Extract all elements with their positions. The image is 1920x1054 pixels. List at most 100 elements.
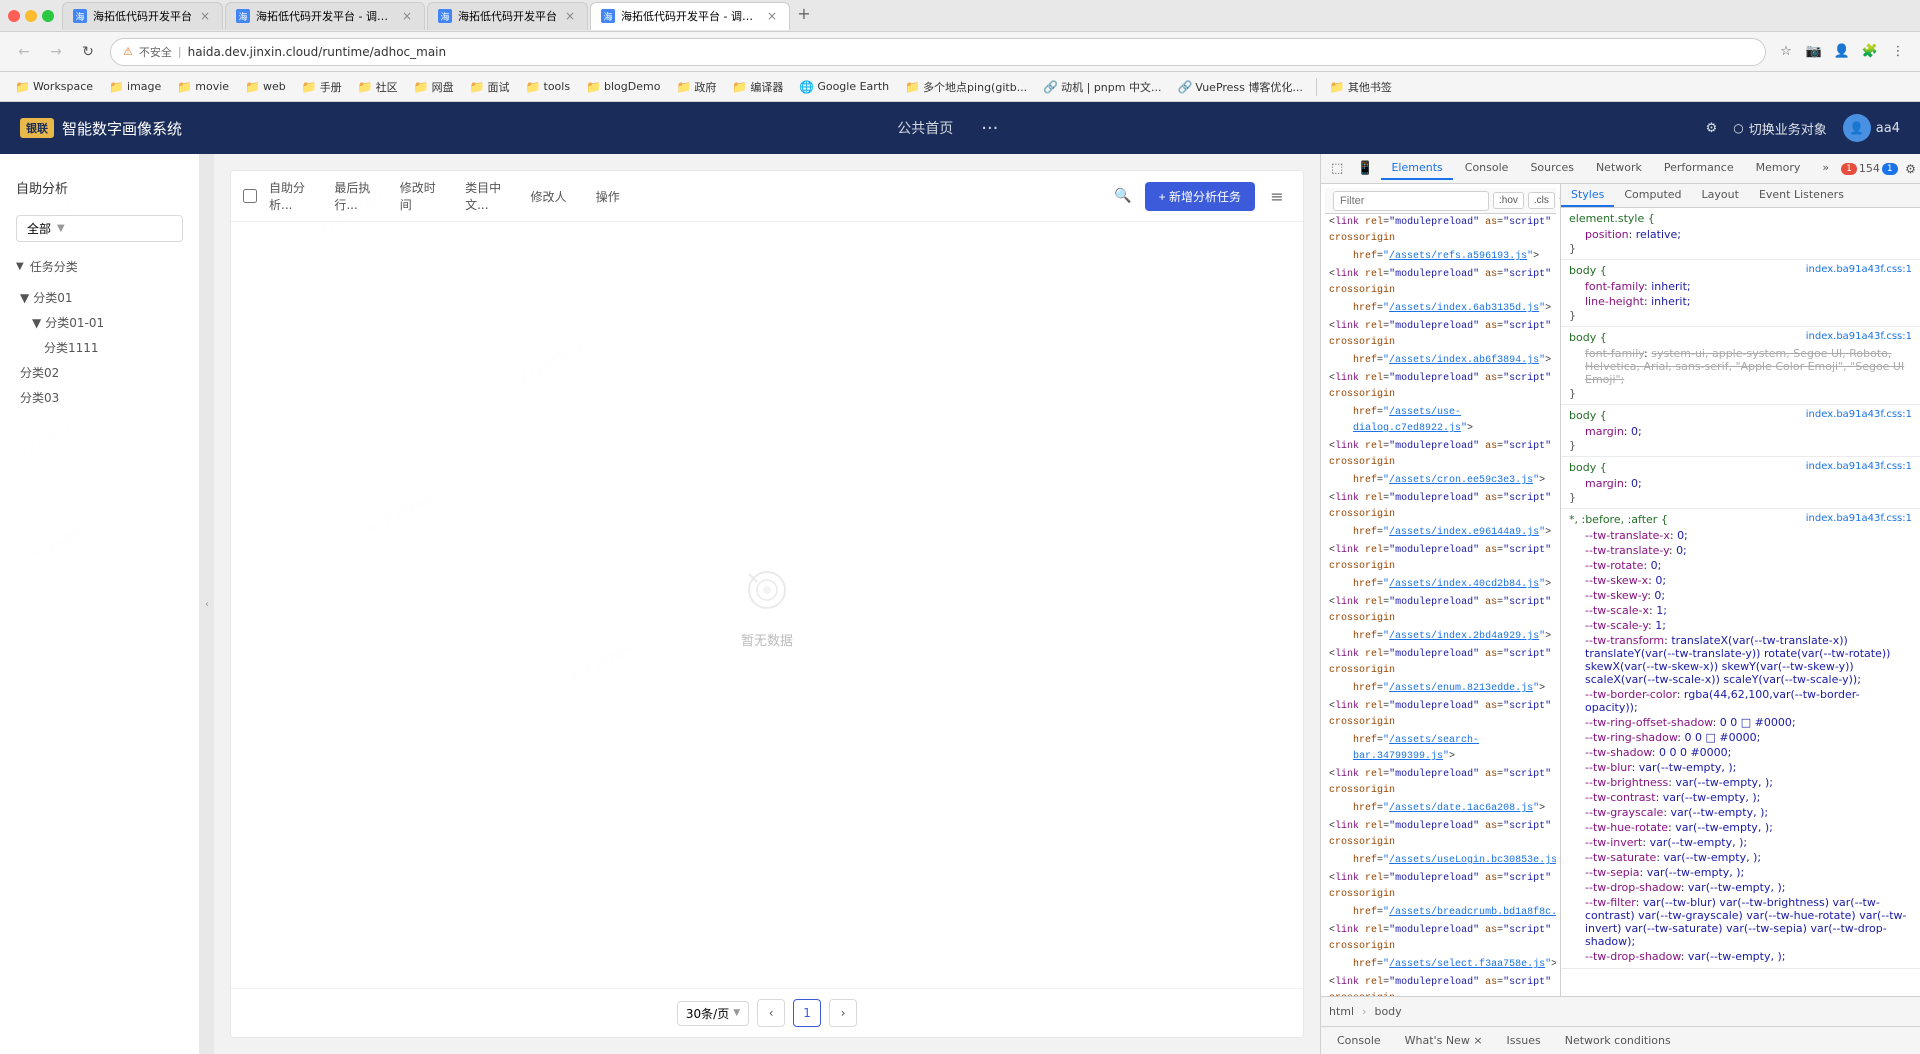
html-line[interactable]: <link rel="modulepreload" as="script" cr… xyxy=(1325,438,1556,472)
sidebar-collapse-handle[interactable]: ‹ xyxy=(200,154,214,1054)
screenshot-btn[interactable]: 📷 xyxy=(1802,40,1826,64)
devtools-inspect-icon[interactable]: ⬚ xyxy=(1325,157,1349,180)
devtools-tab-memory[interactable]: Memory xyxy=(1746,157,1811,180)
tree-item-cat03[interactable]: 分类03 xyxy=(8,385,199,410)
html-line[interactable]: href="/assets/enum.8213edde.js"> xyxy=(1325,680,1556,698)
tab-2[interactable]: 海 海拓低代码开发平台 - 调试时 × xyxy=(225,2,425,30)
bookmark-tools[interactable]: 📁 tools xyxy=(519,77,578,97)
close-window-btn[interactable] xyxy=(8,10,20,22)
html-line[interactable]: <link rel="modulepreload" as="script" cr… xyxy=(1325,818,1556,852)
html-line[interactable]: <link rel="modulepreload" as="script" cr… xyxy=(1325,318,1556,352)
tree-item-cat02[interactable]: 分类02 xyxy=(8,360,199,385)
minimize-window-btn[interactable] xyxy=(25,10,37,22)
html-line[interactable]: href="/assets/refs.a596193.js"> xyxy=(1325,248,1556,266)
bookmarks-star-btn[interactable]: ☆ xyxy=(1774,40,1798,64)
select-all-checkbox[interactable] xyxy=(243,189,257,203)
html-line[interactable]: href="/assets/select.f3aa758e.js"> xyxy=(1325,956,1556,974)
notif-tab-console[interactable]: Console xyxy=(1329,1031,1389,1050)
styles-tab-events[interactable]: Event Listeners xyxy=(1749,184,1854,207)
maximize-window-btn[interactable] xyxy=(42,10,54,22)
html-line[interactable]: href="/assets/index.ab6f3894.js"> xyxy=(1325,352,1556,370)
bookmark-interview[interactable]: 📁 面试 xyxy=(463,76,517,98)
style-source[interactable]: index.ba91a43f.css:1 xyxy=(1806,513,1912,528)
devtools-settings-btn[interactable]: ⚙ xyxy=(1900,158,1920,180)
devtools-tab-sources[interactable]: Sources xyxy=(1520,157,1584,180)
html-line[interactable]: <link rel="modulepreload" as="script" cr… xyxy=(1325,974,1556,996)
devtools-filter-input[interactable] xyxy=(1333,191,1489,211)
bookmark-movie[interactable]: 📁 movie xyxy=(170,77,236,97)
add-analysis-task-button[interactable]: + 新增分析任务 xyxy=(1145,182,1255,211)
category-filter-select[interactable]: 全部 ▼ xyxy=(16,215,183,242)
address-input[interactable]: ⚠ 不安全 | haida.dev.jinxin.cloud/runtime/a… xyxy=(110,38,1766,66)
devtools-tab-performance[interactable]: Performance xyxy=(1654,157,1744,180)
styles-tab-styles[interactable]: Styles xyxy=(1561,184,1614,207)
tree-item-cat01[interactable]: ▼ 分类01 xyxy=(8,285,199,310)
html-line[interactable]: href="/assets/index.6ab3135d.js"> xyxy=(1325,300,1556,318)
html-line[interactable]: <link rel="modulepreload" as="script" cr… xyxy=(1325,370,1556,404)
sidebar-section-task[interactable]: ▼ 任务分类 xyxy=(0,252,199,281)
bookmark-pnpm[interactable]: 🔗 动机 | pnpm 中文... xyxy=(1036,76,1168,98)
more-options-btn[interactable]: ⋮ xyxy=(1886,40,1910,64)
new-tab-button[interactable]: + xyxy=(792,2,816,26)
html-line[interactable]: href="/assets/cron.ee59c3e3.js"> xyxy=(1325,472,1556,490)
html-line[interactable]: href="/assets/index.2bd4a929.js"> xyxy=(1325,628,1556,646)
html-line[interactable]: href="/assets/use-dialog.c7ed8922.js"> xyxy=(1325,404,1556,438)
extensions-btn[interactable]: 🧩 xyxy=(1858,40,1882,64)
current-page-number[interactable]: 1 xyxy=(793,999,821,1027)
devtools-tab-elements[interactable]: Elements xyxy=(1381,157,1452,180)
tab-close-1[interactable]: × xyxy=(198,9,212,23)
cls-button[interactable]: .cls xyxy=(1528,192,1555,209)
tab-close-3[interactable]: × xyxy=(563,9,577,23)
html-line[interactable]: href="/assets/date.1ac6a208.js"> xyxy=(1325,800,1556,818)
tab-3[interactable]: 海 海拓低代码开发平台 × xyxy=(427,2,588,30)
html-line[interactable]: href="/assets/breadcrumb.bd1a8f8c.js"> xyxy=(1325,904,1556,922)
table-settings-btn[interactable]: ≡ xyxy=(1263,182,1291,210)
html-line[interactable]: <link rel="modulepreload" as="script" cr… xyxy=(1325,542,1556,576)
nav-more-btn[interactable]: ··· xyxy=(981,118,998,139)
html-line[interactable]: <link rel="modulepreload" as="script" cr… xyxy=(1325,490,1556,524)
html-line[interactable]: <link rel="modulepreload" as="script" cr… xyxy=(1325,766,1556,800)
tab-close-4[interactable]: × xyxy=(765,9,779,23)
html-line[interactable]: <link rel="modulepreload" as="script" cr… xyxy=(1325,594,1556,628)
html-line[interactable]: <link rel="modulepreload" as="script" cr… xyxy=(1325,922,1556,956)
nav-item-home[interactable]: 公共首页 xyxy=(889,114,961,142)
bookmark-netdisk[interactable]: 📁 网盘 xyxy=(407,76,461,98)
hov-button[interactable]: :hov xyxy=(1493,192,1524,209)
bookmark-other[interactable]: 📁 其他书签 xyxy=(1323,76,1399,98)
next-page-button[interactable]: › xyxy=(829,999,857,1027)
search-button[interactable]: 🔍 xyxy=(1109,182,1137,210)
prev-page-button[interactable]: ‹ xyxy=(757,999,785,1027)
style-source[interactable]: index.ba91a43f.css:1 xyxy=(1806,264,1912,279)
breadcrumb-html[interactable]: html xyxy=(1329,1005,1354,1018)
bookmark-community[interactable]: 📁 社区 xyxy=(351,76,405,98)
bookmark-compiler[interactable]: 📁 编译器 xyxy=(725,76,790,98)
html-line[interactable]: <link rel="modulepreload" as="script" cr… xyxy=(1325,214,1556,248)
devtools-tab-more[interactable]: » xyxy=(1812,157,1839,180)
styles-tab-layout[interactable]: Layout xyxy=(1692,184,1749,207)
html-line[interactable]: <link rel="modulepreload" as="script" cr… xyxy=(1325,266,1556,300)
reload-button[interactable]: ↻ xyxy=(74,38,102,66)
html-line[interactable]: <link rel="modulepreload" as="script" cr… xyxy=(1325,646,1556,680)
bookmark-gov[interactable]: 📁 政府 xyxy=(669,76,723,98)
bookmark-web[interactable]: 📁 web xyxy=(238,77,293,97)
breadcrumb-body[interactable]: body xyxy=(1374,1005,1401,1018)
html-line[interactable]: href="/assets/useLogin.bc30853e.js"> xyxy=(1325,852,1556,870)
profile-btn[interactable]: 👤 xyxy=(1830,40,1854,64)
tree-item-cat01-01[interactable]: ▼ 分类01-01 xyxy=(8,310,199,335)
bookmark-blogdemo[interactable]: 📁 blogDemo xyxy=(579,77,667,97)
tab-close-2[interactable]: × xyxy=(400,9,414,23)
html-line[interactable]: href="/assets/index.40cd2b84.js"> xyxy=(1325,576,1556,594)
back-button[interactable]: ← xyxy=(10,38,38,66)
devtools-tab-console[interactable]: Console xyxy=(1455,157,1519,180)
user-avatar-btn[interactable]: 👤 aa4 xyxy=(1843,114,1900,142)
tree-item-cat1111[interactable]: 分类1111 xyxy=(8,335,199,360)
forward-button[interactable]: → xyxy=(42,38,70,66)
bookmark-vuepress[interactable]: 🔗 VuePress 博客优化... xyxy=(1170,76,1309,98)
html-line[interactable]: href="/assets/search-bar.34799399.js"> xyxy=(1325,732,1556,766)
notif-tab-whatsnew[interactable]: What's New × xyxy=(1397,1031,1491,1050)
style-source[interactable]: index.ba91a43f.css:1 xyxy=(1806,461,1912,476)
styles-tab-computed[interactable]: Computed xyxy=(1614,184,1691,207)
tab-4[interactable]: 海 海拓低代码开发平台 - 调试时 × xyxy=(590,2,790,30)
bookmark-workspace[interactable]: 📁 Workspace xyxy=(8,77,100,97)
bookmark-manual[interactable]: 📁 手册 xyxy=(295,76,349,98)
